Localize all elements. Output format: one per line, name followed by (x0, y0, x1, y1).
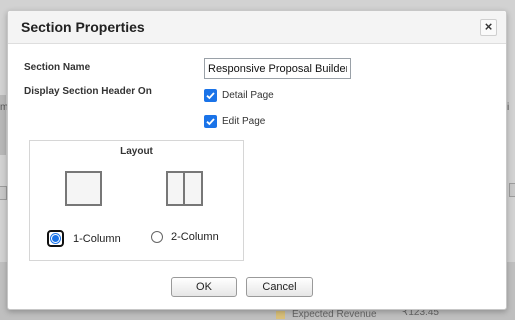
cancel-button[interactable]: Cancel (246, 277, 313, 297)
folder-icon (276, 310, 285, 319)
layout-panel: Layout 1-Column 2-Column (29, 140, 244, 261)
checkmark-icon (206, 118, 215, 126)
one-column-radio[interactable] (47, 230, 64, 247)
detail-page-option[interactable]: Detail Page (204, 89, 274, 102)
close-button[interactable]: × (480, 19, 497, 36)
one-column-option[interactable]: 1-Column (47, 230, 121, 247)
background-footer-label: Expected Revenue (292, 309, 377, 320)
two-column-label: 2-Column (171, 231, 219, 243)
edit-page-label: Edit Page (222, 116, 266, 127)
close-icon: × (484, 19, 493, 34)
background-footer-item: Expected Revenue (276, 309, 377, 320)
edit-page-checkbox[interactable] (204, 115, 217, 128)
background-right-text: i (507, 102, 510, 113)
section-properties-dialog: Section Properties × Section Name Displa… (7, 10, 507, 310)
two-column-layout-icon[interactable] (166, 171, 203, 206)
column-divider (183, 173, 185, 204)
detail-page-checkbox[interactable] (204, 89, 217, 102)
section-name-input[interactable] (204, 58, 351, 79)
dialog-header: Section Properties × (8, 11, 506, 44)
one-column-layout-icon[interactable] (65, 171, 102, 206)
dialog-title: Section Properties (21, 19, 145, 35)
checkmark-icon (206, 92, 215, 100)
one-column-label: 1-Column (73, 232, 121, 245)
edit-page-option[interactable]: Edit Page (204, 115, 265, 128)
section-name-label: Section Name (24, 62, 91, 73)
detail-page-label: Detail Page (222, 90, 274, 101)
background-right-fragment (509, 183, 515, 197)
background-left-fragment (0, 186, 7, 200)
two-column-option[interactable]: 2-Column (151, 231, 219, 243)
two-column-radio[interactable] (151, 231, 163, 243)
layout-title: Layout (120, 146, 153, 157)
display-header-label: Display Section Header On (24, 86, 152, 97)
ok-button[interactable]: OK (171, 277, 237, 297)
